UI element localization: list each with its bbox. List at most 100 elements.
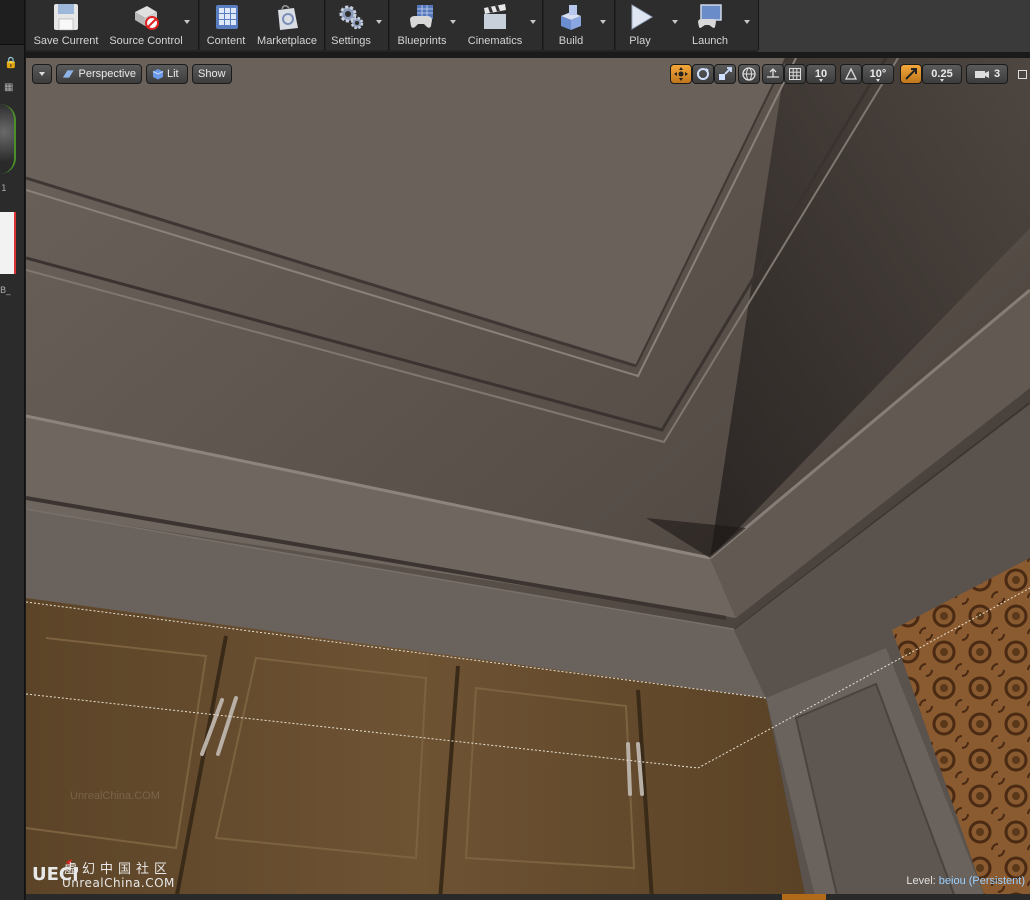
blueprints-button[interactable]: Blueprints [392, 0, 452, 50]
main-toolbar: Save Current Source Control Content Mark… [26, 0, 1030, 52]
launch-monitor-icon [695, 2, 725, 32]
asset-thumbnail-white[interactable] [0, 212, 16, 274]
source-control-button[interactable]: Source Control [106, 0, 186, 50]
content-grid-icon [211, 2, 241, 32]
rotate-icon [697, 68, 709, 80]
maximize-viewport-icon[interactable] [1018, 70, 1027, 79]
clapperboard-icon [480, 2, 510, 32]
source-control-label: Source Control [109, 35, 183, 47]
floppy-disk-icon [51, 2, 81, 32]
settings-dropdown-icon[interactable] [376, 20, 382, 24]
scale-icon [719, 67, 732, 80]
build-blocks-icon [556, 2, 586, 32]
settings-label: Settings [331, 35, 371, 47]
grid-snap-toggle[interactable] [784, 64, 806, 84]
build-button[interactable]: Build [548, 0, 594, 50]
active-tab-indicator [782, 894, 826, 900]
settings-button[interactable]: Settings [326, 0, 376, 50]
toolbar-group-build: Build [544, 0, 615, 50]
lighting-mode-label: Lit [167, 68, 179, 80]
source-control-dropdown-icon[interactable] [184, 20, 190, 24]
toolbar-group-content: Content Marketplace [200, 0, 325, 50]
chevron-down-icon [39, 72, 45, 76]
build-dropdown-icon[interactable] [600, 20, 606, 24]
content-button[interactable]: Content [202, 0, 250, 50]
viewport-bottom-bar [26, 894, 1030, 900]
blueprints-dropdown-icon[interactable] [450, 20, 456, 24]
globe-icon [742, 67, 756, 81]
strip-header [0, 0, 24, 45]
scale-mode-button[interactable] [714, 64, 736, 84]
watermark-chinese: 虚幻中国社区 [64, 862, 173, 877]
play-button[interactable]: Play [618, 0, 662, 50]
save-icon[interactable]: ▦ [4, 82, 18, 96]
play-dropdown-icon[interactable] [672, 20, 678, 24]
grid-snap-value-button[interactable]: 10 [806, 64, 836, 84]
translate-mode-button[interactable] [670, 64, 692, 84]
camera-speed-value: 3 [993, 68, 1001, 80]
asset-thumbnail[interactable] [0, 104, 16, 174]
build-label: Build [558, 35, 584, 47]
toolbar-group-blueprints: Blueprints Cinematics [390, 0, 543, 50]
coordinate-system-button[interactable] [738, 64, 760, 84]
show-flags-button[interactable]: Show [192, 64, 232, 84]
level-label: Level: [906, 875, 936, 887]
cinematics-dropdown-icon[interactable] [530, 20, 536, 24]
rotate-mode-button[interactable] [692, 64, 714, 84]
surface-snap-icon [767, 68, 779, 78]
lighting-mode-button[interactable]: Lit [146, 64, 188, 84]
marketplace-bag-icon [272, 2, 302, 32]
toolbar-group-settings: Settings [326, 0, 389, 50]
scale-snap-value-button[interactable]: 0.25 [922, 64, 962, 84]
blueprints-label: Blueprints [397, 35, 447, 47]
cinematics-label: Cinematics [467, 35, 523, 47]
toolbar-group-play: Play Launch [616, 0, 759, 50]
scale-snap-toggle[interactable] [900, 64, 922, 84]
lock-icon[interactable]: 🔒 [4, 56, 18, 70]
toolbar-empty-area [758, 0, 1030, 52]
marketplace-label: Marketplace [257, 35, 317, 47]
level-name: beiou (Persistent) [938, 875, 1025, 887]
asset-label: B_ [0, 286, 11, 296]
watermark-english: UnrealChina.COM [62, 876, 175, 890]
cinematics-button[interactable]: Cinematics [462, 0, 528, 50]
asset-count: 1 [1, 184, 7, 194]
launch-button[interactable]: Launch [684, 0, 736, 50]
play-label: Play [629, 35, 651, 47]
scene-render[interactable] [26, 58, 1030, 900]
chevron-down-icon [876, 79, 880, 82]
blueprint-controller-icon [407, 2, 437, 32]
chevron-down-icon [819, 79, 823, 82]
rotation-snap-value-button[interactable]: 10° [862, 64, 894, 84]
faint-watermark: UnrealChina.COM [70, 790, 160, 802]
angle-icon [844, 67, 858, 80]
launch-label: Launch [691, 35, 729, 47]
perspective-icon [62, 70, 74, 78]
play-triangle-icon [625, 2, 655, 32]
surface-snapping-button[interactable] [762, 64, 784, 84]
launch-dropdown-icon[interactable] [744, 20, 750, 24]
translate-arrows-icon [674, 67, 688, 81]
source-control-icon [131, 2, 161, 32]
camera-icon [974, 71, 989, 78]
rotation-snap-toggle[interactable] [840, 64, 862, 84]
toolbar-group-save: Save Current Source Control [26, 0, 199, 50]
content-label: Content [206, 35, 246, 47]
scale-snap-icon [905, 68, 917, 80]
marketplace-button[interactable]: Marketplace [254, 0, 320, 50]
level-viewport[interactable]: Perspective Lit Show 10 10° 0.25 3 Unrea… [26, 58, 1030, 900]
save-current-label: Save Current [33, 35, 99, 47]
view-mode-button[interactable]: Perspective [56, 64, 142, 84]
show-label: Show [198, 68, 226, 80]
content-browser-strip: 🔒 ▦ 1 B_ [0, 0, 25, 900]
view-mode-label: Perspective [78, 68, 136, 80]
viewport-options-button[interactable] [32, 64, 52, 84]
chevron-down-icon [940, 79, 944, 82]
watermark: UECN 虚幻中国社区 UnrealChina.COM [32, 856, 232, 896]
gears-icon [336, 2, 366, 32]
save-current-button[interactable]: Save Current [30, 0, 102, 50]
lit-cube-icon [152, 69, 164, 80]
camera-speed-button[interactable]: 3 [966, 64, 1008, 84]
level-info: Level: beiou (Persistent) [906, 875, 1025, 887]
grid-icon [789, 68, 801, 80]
